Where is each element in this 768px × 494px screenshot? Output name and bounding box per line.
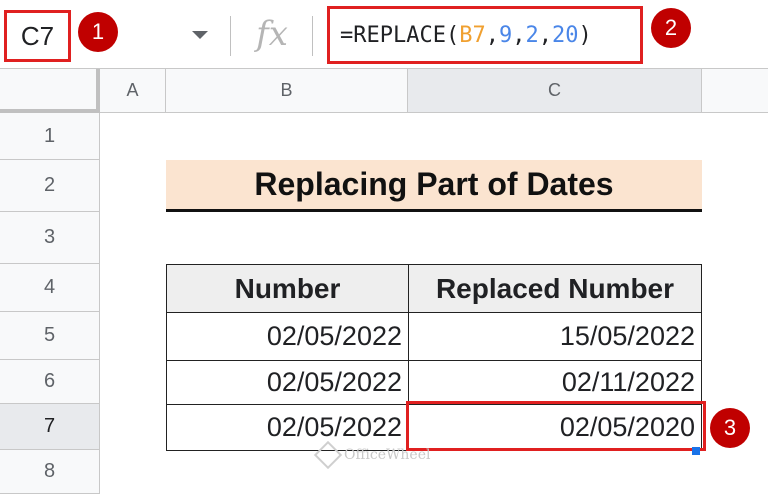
row-header-7[interactable]: 7 (0, 404, 100, 450)
fx-icon: fx (256, 14, 288, 54)
watermark-text: OfficeWheel (344, 447, 431, 463)
watermark-logo-icon (313, 440, 343, 470)
fill-handle[interactable] (692, 447, 700, 455)
table-cell-number[interactable]: 02/05/2022 (166, 360, 409, 405)
name-box-dropdown-icon[interactable] (192, 31, 208, 39)
formula-text: =REPLACE( (340, 22, 460, 48)
formula-number: 20 (551, 22, 579, 48)
row-header-3[interactable]: 3 (0, 212, 100, 264)
formula-number: 2 (525, 22, 539, 48)
sheet-title-cell[interactable]: Replacing Part of Dates (166, 160, 702, 212)
row-header-1[interactable]: 1 (0, 113, 100, 160)
formula-bar-divider (230, 16, 231, 56)
table-header-number[interactable]: Number (166, 264, 409, 313)
formula-bar-divider (312, 16, 313, 56)
callout-badge-2: 2 (651, 8, 691, 48)
formula-text: ) (578, 22, 592, 48)
table-cell-replaced-number[interactable]: 15/05/2022 (408, 312, 702, 361)
select-all-corner[interactable] (0, 69, 100, 113)
row-header-6[interactable]: 6 (0, 360, 100, 404)
table-cell-number[interactable]: 02/05/2022 (166, 312, 409, 361)
row-header-8[interactable]: 8 (0, 450, 100, 494)
formula-text: , (538, 22, 552, 48)
row-header-5[interactable]: 5 (0, 312, 100, 360)
formula-reference: B7 (459, 22, 486, 48)
column-header-a[interactable]: A (100, 69, 166, 113)
watermark: OfficeWheel (313, 440, 468, 470)
row-header-2[interactable]: 2 (0, 160, 100, 212)
column-header-d[interactable] (702, 69, 768, 113)
table-header-replaced-number[interactable]: Replaced Number (408, 264, 702, 313)
column-header-c[interactable]: C (408, 69, 702, 113)
formula-input[interactable]: =REPLACE(B7, 9, 2, 20) (327, 6, 643, 64)
row-header-4[interactable]: 4 (0, 264, 100, 312)
table-cell-replaced-number[interactable]: 02/11/2022 (408, 360, 702, 405)
formula-number: 9 (498, 22, 513, 48)
formula-text: , (485, 22, 499, 48)
callout-badge-1: 1 (78, 12, 118, 52)
callout-badge-3: 3 (710, 408, 750, 448)
column-header-b[interactable]: B (166, 69, 408, 113)
formula-text: , (512, 22, 526, 48)
name-box[interactable]: C7 (4, 10, 71, 62)
